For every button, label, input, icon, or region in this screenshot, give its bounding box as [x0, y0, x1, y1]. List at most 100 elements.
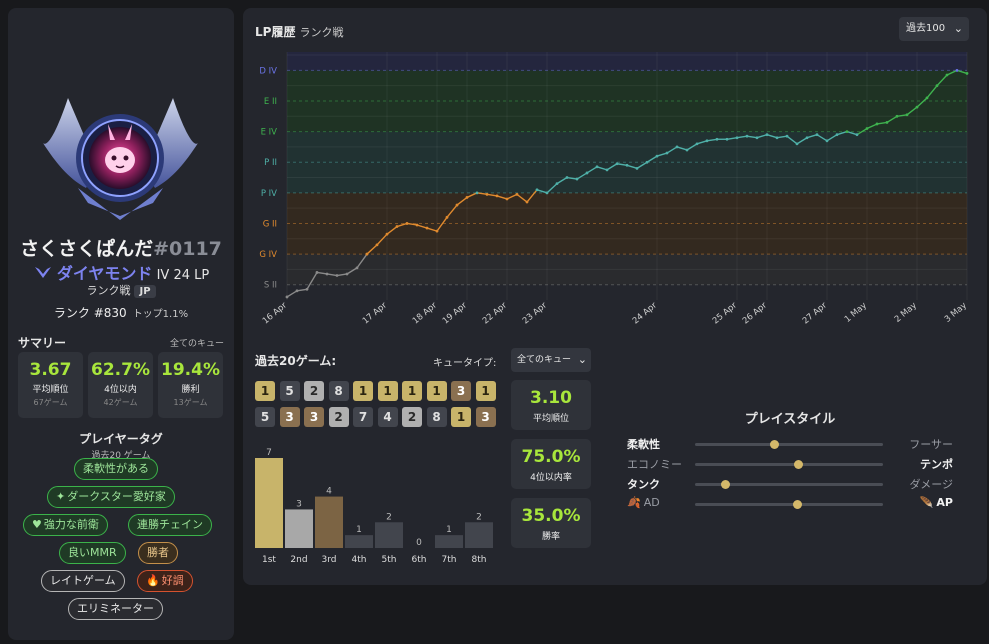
main-panel: LP履歴 ランク戦 過去100 ⌄ S II G IV G II P IV P II E IV… — [243, 8, 987, 585]
placement-box[interactable]: 5 — [279, 381, 300, 401]
placement-box[interactable]: 1 — [426, 381, 447, 401]
x-tick-label: 3 May — [943, 301, 969, 325]
lp-point — [895, 114, 899, 118]
rank-emblem — [43, 98, 198, 220]
lp-line-segment — [286, 290, 298, 298]
lp-point — [405, 222, 409, 225]
placement-box[interactable]: 7 — [353, 407, 373, 427]
lp-point — [705, 139, 709, 143]
summary-stat-win: 19.4% 勝利 13ゲーム — [158, 352, 223, 418]
placement-box[interactable]: 1 — [377, 381, 398, 401]
tag-late-game[interactable]: レイトゲーム — [41, 570, 125, 592]
lp-point — [395, 225, 399, 228]
hist-value-label: 3 — [296, 499, 302, 509]
playstyle-slider-knob — [792, 500, 802, 509]
tag-win-streak[interactable]: 連勝チェイン — [128, 514, 212, 536]
lp-point — [885, 121, 889, 124]
playstyle-slider — [695, 500, 883, 509]
lp-line-segment — [296, 288, 308, 292]
queue-type-select[interactable]: 全てのキュー ⌄ — [511, 348, 591, 372]
playstyle-title: プレイスタイル — [744, 412, 836, 427]
hist-category-label: 3rd — [322, 555, 337, 565]
lp-point — [595, 165, 599, 169]
playstyle-right-label: フーサー — [909, 438, 953, 451]
hist-bar — [285, 509, 313, 548]
hist-category-label: 5th — [382, 555, 397, 565]
lp-point — [445, 215, 449, 219]
lp-value: 24 LP — [173, 268, 210, 283]
tag-eliminator[interactable]: エリミネーター — [68, 598, 163, 620]
placement-box[interactable]: 3 — [304, 407, 324, 427]
tier-name: ダイヤモンド — [56, 264, 153, 283]
hist-category-label: 6th — [412, 555, 427, 565]
tag-strong-frontline[interactable]: ♥ 強力な前衛 — [23, 514, 108, 536]
placement-box[interactable]: 3 — [279, 407, 300, 427]
x-tick-label: 17 Apr — [361, 300, 389, 326]
placement-box[interactable]: 3 — [451, 381, 471, 401]
hist-category-label: 1st — [262, 555, 276, 565]
hist-bar — [465, 522, 493, 548]
playstyle-right-label: ダメージ — [909, 478, 953, 491]
chevron-down-icon: ⌄ — [953, 22, 963, 35]
placement-box[interactable]: 2 — [402, 407, 422, 427]
playstyle-slider — [695, 480, 883, 489]
lp-point — [285, 295, 289, 299]
lp-point — [865, 127, 869, 130]
hist-value-label: 4 — [326, 487, 332, 497]
hist-value-label: 0 — [416, 538, 422, 548]
lp-point — [565, 176, 569, 179]
lp-point — [455, 203, 459, 207]
x-tick-label: 23 Apr — [521, 300, 549, 326]
tag-flexible[interactable]: 柔軟性がある — [74, 458, 158, 480]
history-range-select[interactable]: 過去100 ⌄ — [899, 17, 969, 41]
x-tick-label: 1 May — [843, 301, 869, 325]
fire-icon: 🔥 — [146, 574, 160, 587]
lp-point — [795, 142, 799, 146]
placement-box[interactable]: 1 — [255, 381, 275, 401]
lp-point — [805, 136, 809, 140]
placement-box[interactable]: 3 — [475, 407, 496, 427]
tag-hot-streak[interactable]: 🔥 好調 — [137, 570, 193, 592]
queue-name: ランク戦 — [86, 284, 131, 297]
lp-point — [755, 136, 759, 140]
y-tick-label: D IV — [259, 66, 277, 76]
lp-point — [415, 223, 419, 227]
recent-stat-avg: 3.10 平均順位 — [511, 380, 591, 430]
lp-point — [325, 272, 329, 276]
hist-category-label: 7th — [442, 555, 457, 565]
playstyle-slider — [695, 460, 883, 469]
playstyle-slider-knob — [794, 460, 804, 469]
placement-box[interactable]: 2 — [304, 381, 324, 401]
placement-box[interactable]: 4 — [377, 407, 398, 427]
lp-point — [475, 191, 479, 195]
y-tick-label: E IV — [261, 128, 278, 138]
summary-stat-top4: 62.7% 4位以内 42ゲーム — [88, 352, 153, 418]
y-tick-label: E II — [264, 97, 277, 107]
placement-box[interactable]: 8 — [426, 407, 447, 427]
placement-box[interactable]: 1 — [353, 381, 373, 401]
lp-point — [345, 272, 349, 276]
top-percent: トップ1.1% — [132, 309, 189, 320]
tag-dark-star[interactable]: ✦ ダークスター愛好家 — [47, 486, 175, 508]
placement-box[interactable]: 8 — [328, 381, 349, 401]
tag-good-mmr[interactable]: 良いMMR — [59, 542, 126, 564]
lp-history-subtitle: ランク戦 — [299, 26, 344, 39]
tag-winner[interactable]: 勝者 — [138, 542, 178, 564]
lp-point — [965, 72, 969, 75]
playstyle-row: 柔軟性 フーサー — [615, 436, 965, 452]
placement-box[interactable]: 5 — [255, 407, 275, 427]
lp-point — [815, 133, 819, 137]
lp-point — [375, 243, 379, 247]
placement-box[interactable]: 1 — [402, 381, 422, 401]
lp-point — [515, 192, 519, 196]
placement-box[interactable]: 1 — [451, 407, 471, 427]
lp-point — [835, 133, 839, 137]
lp-point — [675, 145, 679, 149]
summary-title: サマリー — [18, 336, 67, 350]
hist-bar — [345, 535, 373, 548]
player-name: さくさくぱんだ#0117 — [20, 238, 222, 260]
placement-box[interactable]: 1 — [475, 381, 496, 401]
ad-icon: 🍂 — [627, 496, 641, 509]
lp-point — [605, 168, 609, 172]
placement-box[interactable]: 2 — [328, 407, 349, 427]
